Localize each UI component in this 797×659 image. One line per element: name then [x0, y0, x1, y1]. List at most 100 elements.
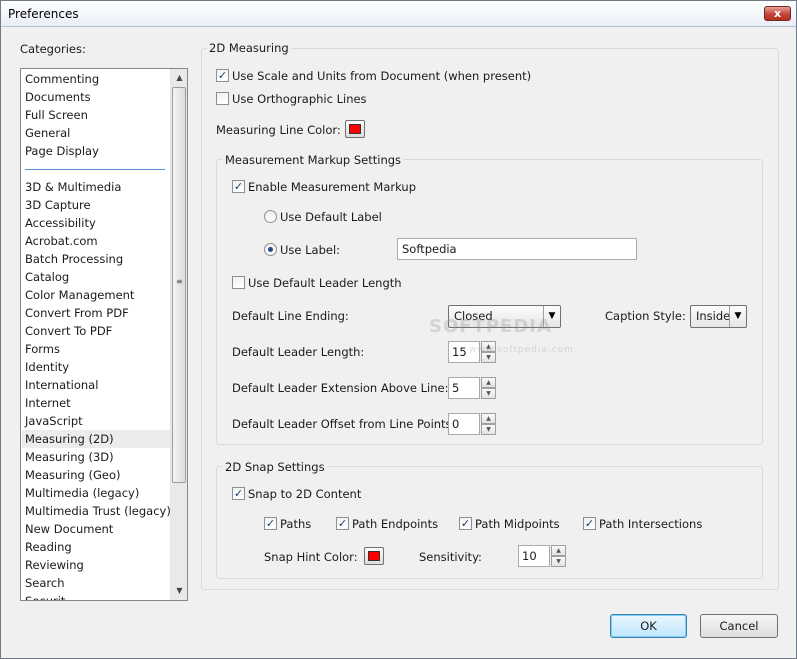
- category-item[interactable]: Reviewing: [25, 556, 172, 574]
- category-item[interactable]: Catalog: [25, 268, 172, 286]
- snap-paths-label: Paths: [280, 517, 312, 531]
- snap-hint-color-label: Snap Hint Color:: [264, 550, 358, 564]
- ortho-lines-label: Use Orthographic Lines: [232, 92, 367, 106]
- category-item[interactable]: Color Management: [25, 286, 172, 304]
- category-item[interactable]: Multimedia (legacy): [25, 484, 172, 502]
- category-item[interactable]: 3D & Multimedia: [25, 178, 172, 196]
- scroll-up-icon[interactable]: ▲: [171, 69, 187, 86]
- leader-offset-input[interactable]: 0: [448, 413, 480, 435]
- categories-label: Categories:: [20, 42, 86, 56]
- snap-midpoints-label: Path Midpoints: [475, 517, 560, 531]
- snap-group-title: 2D Snap Settings: [223, 460, 327, 474]
- snap-content-label: Snap to 2D Content: [248, 487, 362, 501]
- category-item[interactable]: Full Screen: [25, 106, 172, 124]
- spin-up-icon[interactable]: ▲: [481, 413, 496, 424]
- category-item[interactable]: Measuring (Geo): [25, 466, 172, 484]
- spin-down-icon[interactable]: ▼: [551, 556, 566, 567]
- snap-paths-checkbox[interactable]: ✓: [264, 517, 277, 530]
- category-item[interactable]: Securit: [25, 592, 172, 600]
- snap-endpoints-label: Path Endpoints: [352, 517, 439, 531]
- category-item[interactable]: Acrobat.com: [25, 232, 172, 250]
- sensitivity-label: Sensitivity:: [419, 550, 482, 564]
- snap-content-checkbox[interactable]: ✓: [232, 487, 245, 500]
- default-leader-checkbox[interactable]: [232, 276, 245, 289]
- window-title: Preferences: [8, 7, 79, 21]
- snap-hint-color-button[interactable]: [364, 547, 384, 565]
- category-item[interactable]: International: [25, 376, 172, 394]
- leader-extension-input[interactable]: 5: [448, 377, 480, 399]
- category-item[interactable]: Convert To PDF: [25, 322, 172, 340]
- check-icon: ✓: [337, 517, 348, 530]
- line-color-label: Measuring Line Color:: [216, 123, 341, 137]
- check-icon: ✓: [233, 487, 244, 500]
- category-item[interactable]: Accessibility: [25, 214, 172, 232]
- line-color-button[interactable]: [345, 120, 365, 138]
- check-icon: ✓: [217, 69, 228, 82]
- snap-hint-color-swatch: [368, 551, 380, 561]
- snap-intersections-label: Path Intersections: [599, 517, 703, 531]
- use-label-radio[interactable]: [264, 243, 277, 256]
- watermark-logo: SOFTPEDIA: [429, 316, 552, 337]
- categories-scrollbar[interactable]: ▲ ≡ ▼: [170, 69, 187, 600]
- cancel-button[interactable]: Cancel: [700, 614, 778, 638]
- caption-style-select[interactable]: Inside ▼: [690, 305, 747, 328]
- category-item[interactable]: Multimedia Trust (legacy): [25, 502, 172, 520]
- measuring-group-title: 2D Measuring: [207, 41, 291, 55]
- categories-separator: [25, 169, 165, 170]
- category-item[interactable]: Forms: [25, 340, 172, 358]
- snap-midpoints-checkbox[interactable]: ✓: [459, 517, 472, 530]
- grip-icon: ≡: [176, 277, 183, 286]
- category-item[interactable]: Internet: [25, 394, 172, 412]
- title-bar: Preferences x: [1, 1, 796, 27]
- check-icon: ✓: [460, 517, 471, 530]
- category-item[interactable]: Convert From PDF: [25, 304, 172, 322]
- category-item[interactable]: Reading: [25, 538, 172, 556]
- leader-extension-label: Default Leader Extension Above Line:: [232, 381, 449, 395]
- spin-up-icon[interactable]: ▲: [551, 545, 566, 556]
- category-item[interactable]: Page Display: [25, 142, 172, 160]
- sensitivity-input[interactable]: 10: [518, 545, 550, 567]
- category-item[interactable]: General: [25, 124, 172, 142]
- close-button[interactable]: x: [764, 6, 791, 21]
- line-color-swatch: [349, 124, 361, 134]
- use-label-text: Use Label:: [280, 243, 341, 257]
- line-ending-label: Default Line Ending:: [232, 309, 349, 323]
- categories-list[interactable]: Commenting Documents Full Screen General Pag…: [20, 68, 188, 601]
- default-label-radio[interactable]: [264, 210, 277, 223]
- check-icon: ✓: [584, 517, 595, 530]
- category-item[interactable]: Batch Processing: [25, 250, 172, 268]
- snap-endpoints-checkbox[interactable]: ✓: [336, 517, 349, 530]
- category-item[interactable]: Search: [25, 574, 172, 592]
- leader-offset-label: Default Leader Offset from Line Points:: [232, 417, 456, 431]
- category-item[interactable]: JavaScript: [25, 412, 172, 430]
- chevron-down-icon: ▼: [729, 306, 746, 327]
- spin-down-icon[interactable]: ▼: [481, 424, 496, 435]
- label-input[interactable]: Softpedia: [397, 238, 637, 260]
- category-item[interactable]: 3D Capture: [25, 196, 172, 214]
- category-item[interactable]: Measuring (3D): [25, 448, 172, 466]
- caption-style-value: Inside: [696, 309, 731, 323]
- watermark-url: www.softpedia.com: [469, 345, 574, 355]
- category-item[interactable]: Documents: [25, 88, 172, 106]
- use-scale-checkbox[interactable]: ✓: [216, 69, 229, 82]
- category-item[interactable]: Measuring (2D): [22, 430, 170, 448]
- category-item[interactable]: Commenting: [25, 70, 172, 88]
- snap-intersections-checkbox[interactable]: ✓: [583, 517, 596, 530]
- category-item[interactable]: New Document: [25, 520, 172, 538]
- caption-style-label: Caption Style:: [605, 309, 686, 323]
- preferences-dialog: Preferences x Categories: Commenting Docu…: [0, 0, 797, 659]
- check-icon: ✓: [265, 517, 276, 530]
- enable-markup-checkbox[interactable]: ✓: [232, 180, 245, 193]
- category-item[interactable]: Identity: [25, 358, 172, 376]
- enable-markup-label: Enable Measurement Markup: [248, 180, 417, 194]
- default-label-text: Use Default Label: [280, 210, 382, 224]
- scroll-down-icon[interactable]: ▼: [171, 582, 187, 599]
- ok-button[interactable]: OK: [610, 614, 687, 638]
- scroll-thumb[interactable]: ≡: [172, 87, 186, 483]
- ortho-lines-checkbox[interactable]: [216, 92, 229, 105]
- check-icon: ✓: [233, 180, 244, 193]
- leader-length-label: Default Leader Length:: [232, 345, 365, 359]
- spin-down-icon[interactable]: ▼: [481, 388, 496, 399]
- default-leader-label: Use Default Leader Length: [248, 276, 402, 290]
- spin-up-icon[interactable]: ▲: [481, 377, 496, 388]
